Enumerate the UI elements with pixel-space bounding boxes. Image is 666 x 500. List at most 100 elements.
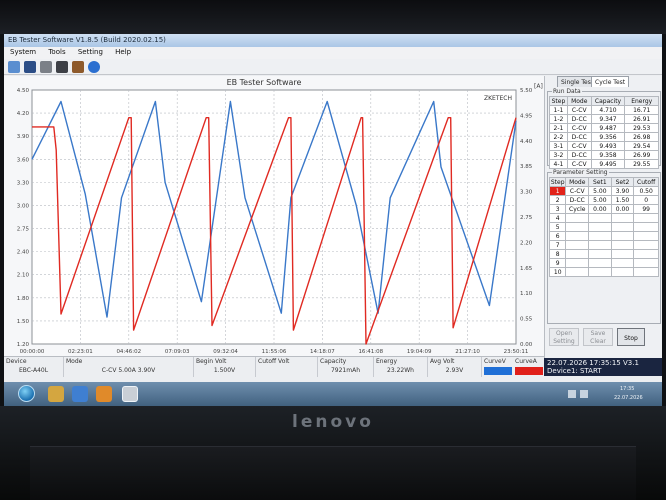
run-data-cell: 2-1: [549, 123, 568, 133]
run-data-row[interactable]: 1-2 D-CC 9.347 26.91: [549, 114, 659, 124]
parameter-cell[interactable]: 0.50: [633, 186, 659, 196]
parameter-row[interactable]: 3 Cycle 0.00 0.00 99: [548, 204, 659, 214]
run-data-row[interactable]: 2-1 C-CV 9.487 29.53: [549, 123, 659, 133]
x-tick-label: 21:27:10: [455, 349, 480, 355]
tab-cycle-test[interactable]: Cycle Test: [591, 76, 630, 87]
parameter-cell[interactable]: [565, 231, 590, 241]
parameter-row[interactable]: 1 C-CV 5.00 3.90 0.50: [548, 186, 659, 196]
parameter-cell[interactable]: [588, 258, 612, 268]
network-icon[interactable]: [568, 390, 576, 398]
parameter-cell[interactable]: [565, 267, 590, 277]
explorer-icon[interactable]: [48, 386, 64, 402]
parameter-cell[interactable]: 10: [548, 267, 567, 277]
parameter-cell[interactable]: [588, 213, 612, 223]
parameter-cell[interactable]: [633, 231, 659, 241]
parameter-cell[interactable]: 5.00: [588, 195, 612, 205]
run-data-row[interactable]: 3-2 D-CC 9.358 26.99: [549, 150, 659, 160]
window-titlebar[interactable]: EB Tester Software V1.8.5 (Build 2020.02…: [4, 34, 662, 47]
volume-icon[interactable]: [580, 390, 588, 398]
menu-system[interactable]: System: [10, 48, 36, 56]
media-player-icon[interactable]: [96, 386, 112, 402]
save-clear-button[interactable]: Save Clear: [583, 328, 613, 346]
run-data-row[interactable]: 2-2 D-CC 9.356 26.98: [549, 132, 659, 142]
run-data-row[interactable]: 4-1 C-CV 9.495 29.55: [549, 159, 659, 169]
parameter-cell[interactable]: D-CC: [565, 195, 590, 205]
parameter-row[interactable]: 4: [548, 213, 659, 223]
parameter-cell[interactable]: 0: [633, 195, 659, 205]
parameter-cell[interactable]: 3.90: [610, 186, 635, 196]
parameter-cell[interactable]: [610, 267, 635, 277]
parameter-cell[interactable]: [588, 249, 612, 259]
parameter-cell[interactable]: [610, 213, 635, 223]
parameter-cell[interactable]: 5.00: [588, 186, 612, 196]
parameter-cell[interactable]: 9: [548, 258, 567, 268]
parameter-row[interactable]: 5: [548, 222, 659, 232]
parameter-cell[interactable]: 99: [633, 204, 659, 214]
window-title: EB Tester Software V1.8.5 (Build 2020.02…: [8, 36, 166, 44]
tools-icon[interactable]: [56, 61, 68, 73]
tray-clock-date[interactable]: 22.07.2026: [614, 395, 643, 401]
curve-a-toggle[interactable]: [515, 367, 543, 375]
parameter-cell[interactable]: [610, 240, 635, 250]
info-icon[interactable]: [88, 61, 100, 73]
parameter-cell[interactable]: 2: [548, 195, 567, 205]
parameter-cell[interactable]: [633, 258, 659, 268]
save-icon[interactable]: [24, 61, 36, 73]
parameter-cell[interactable]: [610, 249, 635, 259]
menu-setting[interactable]: Setting: [78, 48, 103, 56]
parameter-cell[interactable]: [588, 240, 612, 250]
parameter-cell[interactable]: [588, 222, 612, 232]
run-data-row[interactable]: 3-1 C-CV 9.493 29.54: [549, 141, 659, 151]
menu-help[interactable]: Help: [115, 48, 131, 56]
parameter-cell[interactable]: 0.00: [588, 204, 612, 214]
parameter-row[interactable]: 9: [548, 258, 659, 268]
parameter-cell[interactable]: [588, 231, 612, 241]
run-data-row[interactable]: 1-1 C-CV 4.710 16.71: [549, 105, 659, 115]
parameter-cell[interactable]: [565, 249, 590, 259]
parameter-cell[interactable]: [633, 267, 659, 277]
parameter-cell[interactable]: [565, 258, 590, 268]
parameter-cell[interactable]: 7: [548, 240, 567, 250]
parameter-cell[interactable]: C-CV: [565, 186, 590, 196]
open-icon[interactable]: [8, 61, 20, 73]
parameter-row[interactable]: 10: [548, 267, 659, 277]
parameter-cell[interactable]: [633, 222, 659, 232]
parameter-cell[interactable]: 1.50: [610, 195, 635, 205]
param-table-header: Step Mode Set1 Set2 Cutoff: [548, 177, 659, 187]
parameter-cell[interactable]: 0.00: [610, 204, 635, 214]
parameter-cell[interactable]: [565, 222, 590, 232]
parameter-cell[interactable]: 5: [548, 222, 567, 232]
parameter-cell[interactable]: [565, 213, 590, 223]
right-tick-label: 1.10: [520, 291, 533, 297]
stop-button[interactable]: Stop: [617, 328, 645, 346]
browser-icon[interactable]: [72, 386, 88, 402]
parameter-row[interactable]: 8: [548, 249, 659, 259]
open-setting-button[interactable]: Open Setting: [549, 328, 579, 346]
parameter-cell[interactable]: Cycle: [565, 204, 590, 214]
print-icon[interactable]: [40, 61, 52, 73]
parameter-cell[interactable]: [633, 213, 659, 223]
curve-v-toggle[interactable]: [484, 367, 512, 375]
eb-tester-app-icon[interactable]: [122, 386, 138, 402]
parameter-cell[interactable]: [588, 267, 612, 277]
parameter-cell[interactable]: 4: [548, 213, 567, 223]
parameter-row[interactable]: 7: [548, 240, 659, 250]
parameter-cell[interactable]: [565, 240, 590, 250]
parameter-cell[interactable]: 1: [548, 186, 567, 196]
run-data-cell: 26.91: [624, 114, 659, 124]
start-button-icon[interactable]: [18, 385, 35, 402]
parameter-cell[interactable]: [610, 222, 635, 232]
tray-clock-time[interactable]: 17:35: [620, 386, 634, 392]
run-data-cell: 16.71: [624, 105, 659, 115]
parameter-cell[interactable]: [610, 258, 635, 268]
parameter-cell[interactable]: 3: [548, 204, 567, 214]
parameter-cell[interactable]: 6: [548, 231, 567, 241]
parameter-cell[interactable]: [633, 240, 659, 250]
parameter-cell[interactable]: [633, 249, 659, 259]
parameter-cell[interactable]: 8: [548, 249, 567, 259]
parameter-row[interactable]: 2 D-CC 5.00 1.50 0: [548, 195, 659, 205]
settings-icon[interactable]: [72, 61, 84, 73]
parameter-cell[interactable]: [610, 231, 635, 241]
parameter-row[interactable]: 6: [548, 231, 659, 241]
menu-tools[interactable]: Tools: [48, 48, 65, 56]
